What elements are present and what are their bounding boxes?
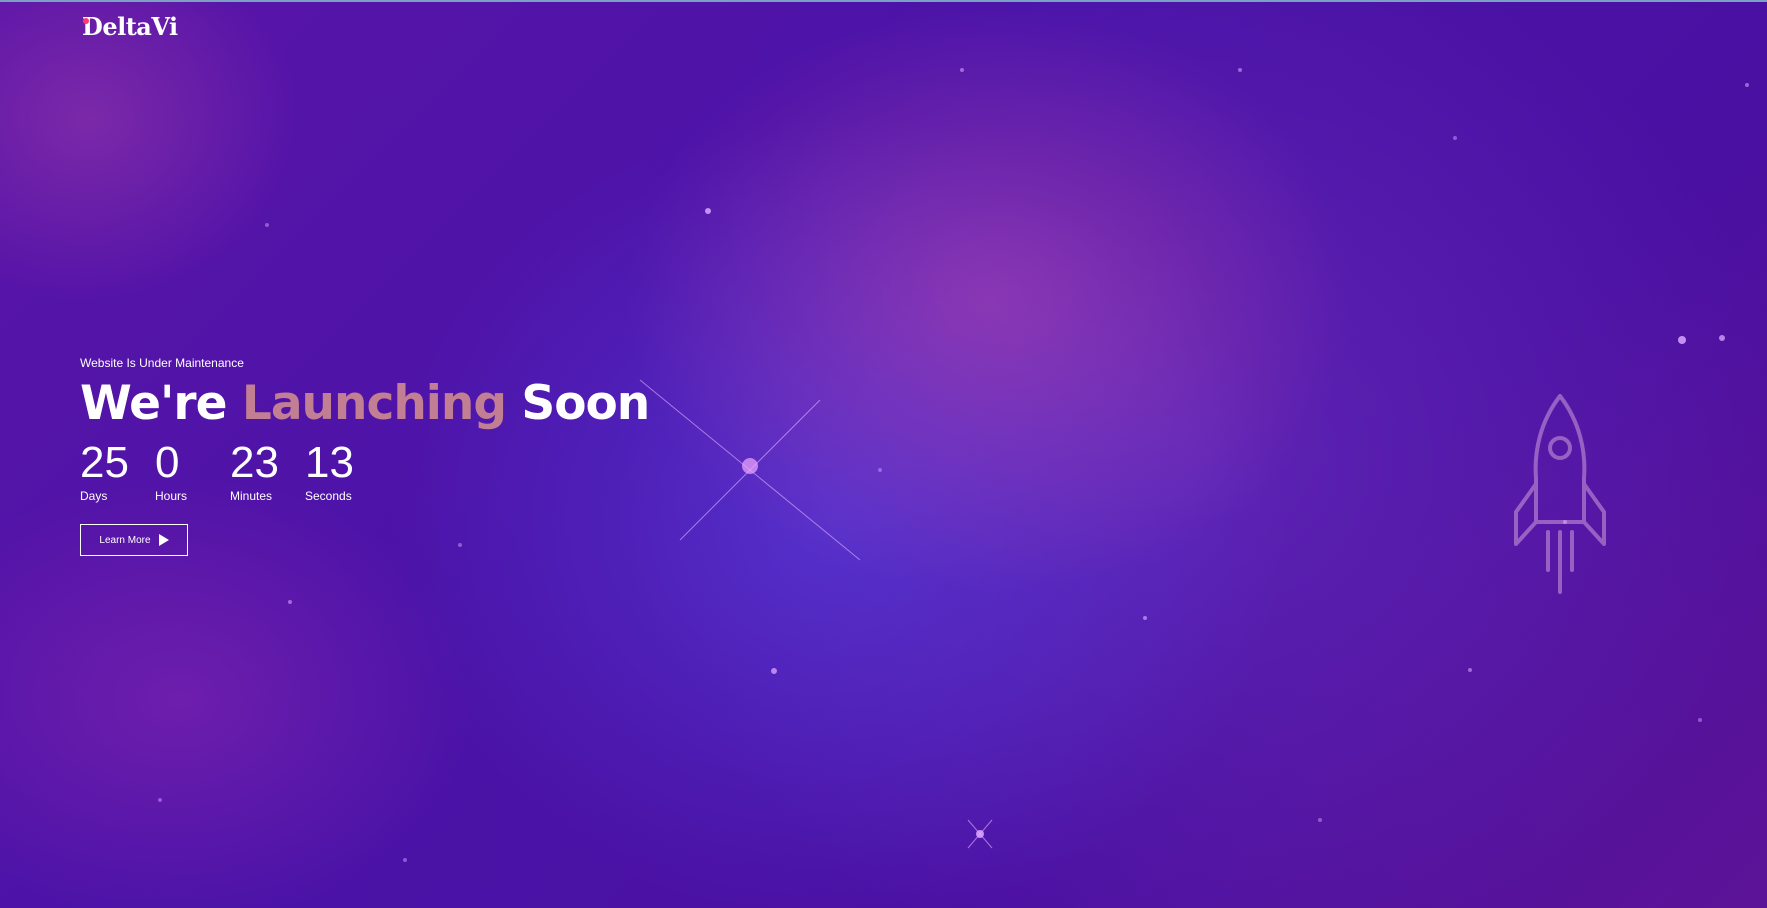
countdown-seconds-value: 13 bbox=[305, 438, 354, 488]
title-part-1: We're bbox=[80, 376, 227, 431]
countdown-minutes: 23 Minutes bbox=[230, 438, 305, 504]
rocket-icon bbox=[1514, 394, 1606, 594]
play-icon bbox=[158, 534, 169, 547]
countdown-hours-label: Hours bbox=[155, 489, 188, 504]
learn-more-label: Learn More bbox=[99, 534, 151, 546]
hero-section: Website Is Under Maintenance We're Launc… bbox=[80, 356, 650, 557]
brand-logo[interactable]: DeltaVi bbox=[82, 12, 178, 41]
countdown-minutes-value: 23 bbox=[230, 438, 279, 488]
maintenance-eyebrow: Website Is Under Maintenance bbox=[80, 356, 244, 370]
title-accent: Launching bbox=[241, 376, 507, 431]
countdown-timer: 25 Days 0 Hours 23 Minutes 13 Seconds bbox=[80, 438, 649, 504]
countdown-seconds: 13 Seconds bbox=[305, 438, 380, 504]
countdown-days-label: Days bbox=[80, 489, 108, 504]
countdown-days: 25 Days bbox=[80, 438, 155, 504]
countdown-days-value: 25 bbox=[80, 438, 129, 488]
countdown-hours: 0 Hours bbox=[155, 438, 230, 504]
countdown-seconds-label: Seconds bbox=[305, 489, 352, 504]
countdown-hours-value: 0 bbox=[155, 438, 180, 488]
title-part-2: Soon bbox=[521, 376, 650, 431]
learn-more-button[interactable]: Learn More bbox=[80, 524, 188, 557]
brand-name: DeltaVi bbox=[82, 12, 178, 41]
countdown-minutes-label: Minutes bbox=[230, 489, 273, 504]
page-title: We're Launching Soon bbox=[80, 376, 650, 431]
logo-dot-icon bbox=[83, 18, 89, 24]
